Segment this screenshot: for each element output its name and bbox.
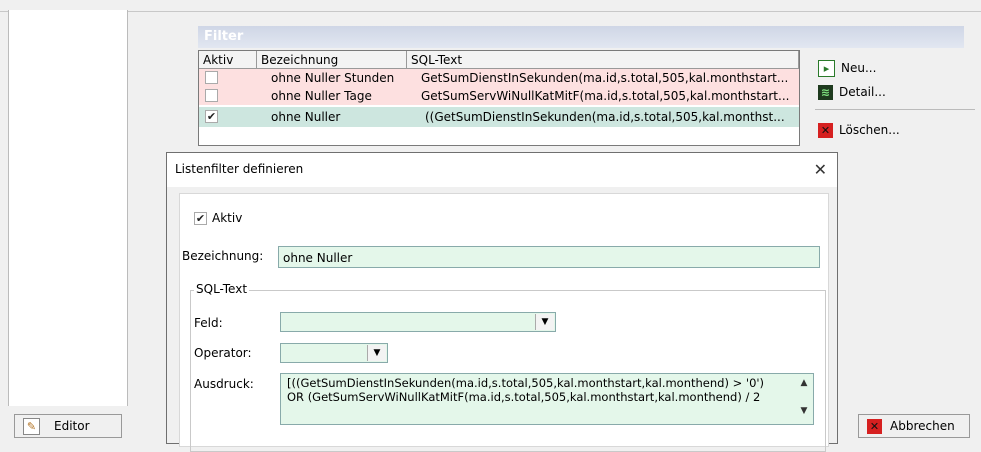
editor-button-label: Editor [54, 419, 90, 433]
feld-dropdown[interactable]: ▼ [280, 312, 556, 332]
neu-button-label: Neu... [841, 61, 877, 75]
table-row[interactable]: ohne Nuller Tage GetSumServWiNullKatMitF… [199, 87, 799, 105]
dialog-body: ✔ Aktiv Bezeichnung: ohne Nuller SQL-Tex… [179, 193, 829, 452]
chevron-down-icon[interactable]: ▼ [535, 314, 554, 330]
abbrechen-button[interactable]: ✕ Abbrechen [858, 414, 970, 438]
dialog-title-bar[interactable]: Listenfilter definieren ✕ [167, 153, 837, 187]
listenfilter-dialog: Listenfilter definieren ✕ ✔ Aktiv Bezeic… [166, 152, 838, 452]
detail-button-label: Detail... [839, 85, 886, 99]
new-document-icon: ▸ [818, 59, 835, 77]
aktiv-label: Aktiv [212, 211, 243, 225]
ausdruck-line: [((GetSumDienstInSekunden(ma.id,s.total,… [287, 376, 765, 390]
dialog-title: Listenfilter definieren [175, 162, 304, 176]
ausdruck-textarea[interactable]: [((GetSumDienstInSekunden(ma.id,s.total,… [280, 373, 814, 425]
loeschen-button-label: Löschen... [839, 123, 900, 137]
row-sql: GetSumDienstInSekunden(ma.id,s.total,505… [421, 71, 789, 85]
cancel-x-icon: ✕ [867, 418, 882, 434]
left-list-panel[interactable] [8, 10, 128, 406]
button-separator [815, 109, 975, 110]
chevron-down-icon[interactable]: ▼ [367, 345, 386, 361]
bezeichnung-label: Bezeichnung: [182, 249, 264, 263]
operator-label: Operator: [194, 346, 252, 360]
row-sql: GetSumServWiNullKatMitF(ma.id,s.total,50… [421, 89, 790, 103]
detail-button[interactable]: ≋ Detail... [818, 82, 886, 102]
table-row-selected[interactable]: ✔ ohne Nuller ((GetSumDienstInSekunden(m… [199, 107, 799, 127]
detail-icon: ≋ [818, 84, 833, 100]
vertical-scrollbar[interactable]: ▲ ▼ [797, 376, 811, 422]
close-icon[interactable]: ✕ [814, 160, 827, 179]
loeschen-button[interactable]: ✕ Löschen... [818, 120, 900, 140]
ausdruck-label: Ausdruck: [194, 377, 254, 391]
row-name: ohne Nuller Stunden [271, 71, 395, 85]
row-aktiv-checkbox[interactable] [205, 71, 218, 84]
delete-x-icon: ✕ [818, 122, 833, 138]
edit-pencil-icon: ✎ [23, 417, 40, 435]
table-row[interactable]: ohne Nuller Stunden GetSumDienstInSekund… [199, 69, 799, 87]
column-header-bezeichnung[interactable]: Bezeichnung [257, 51, 407, 69]
column-header-aktiv[interactable]: Aktiv [199, 51, 257, 69]
feld-label: Feld: [194, 316, 223, 330]
filter-table[interactable]: Aktiv Bezeichnung SQL-Text ohne Nuller S… [198, 50, 800, 146]
filter-group-header: Filter [198, 26, 964, 48]
row-name: ohne Nuller Tage [271, 89, 372, 103]
row-sql: ((GetSumDienstInSekunden(ma.id,s.total,5… [425, 110, 785, 124]
ausdruck-line: OR (GetSumServWiNullKatMitF(ma.id,s.tota… [287, 390, 761, 404]
bezeichnung-field[interactable]: ohne Nuller [278, 246, 820, 268]
operator-dropdown[interactable]: ▼ [280, 343, 388, 363]
top-toolbar-strip [0, 0, 981, 12]
sql-text-group-label: SQL-Text [194, 282, 250, 296]
aktiv-checkbox[interactable]: ✔ [194, 212, 207, 225]
row-name: ohne Nuller [271, 110, 341, 124]
neu-button[interactable]: ▸ Neu... [818, 58, 876, 78]
abbrechen-button-label: Abbrechen [890, 419, 955, 433]
row-aktiv-checkbox[interactable]: ✔ [205, 110, 218, 123]
editor-button[interactable]: ✎ Editor [14, 414, 122, 438]
column-header-sql-text[interactable]: SQL-Text [407, 51, 799, 69]
row-aktiv-checkbox[interactable] [205, 89, 218, 102]
